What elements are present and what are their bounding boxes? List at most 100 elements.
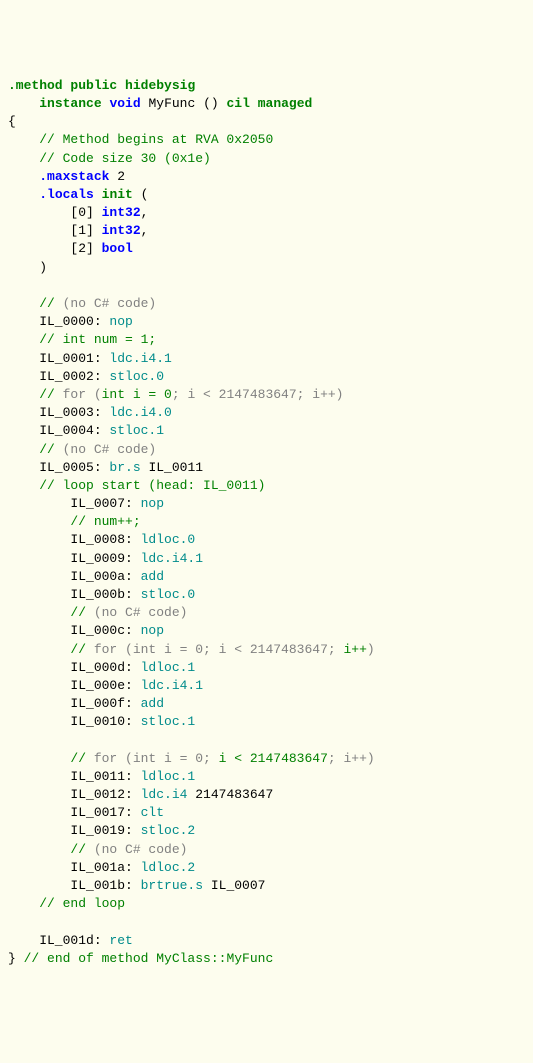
- comment-numpp: // num++;: [8, 514, 141, 529]
- line-maxstack: .maxstack 2: [8, 169, 125, 184]
- comment-codesize: // Code size 30 (0x1e): [8, 151, 211, 166]
- line-19: // (no C# code): [8, 442, 156, 457]
- label-0011: IL_0011:: [8, 769, 141, 784]
- comment-prefix-19: //: [8, 442, 63, 457]
- type-bool: bool: [102, 241, 133, 256]
- label-000f: IL_000f:: [8, 696, 141, 711]
- line-33: IL_000f: add: [8, 696, 164, 711]
- comment-nocs-28: (no C# code): [94, 605, 188, 620]
- comment-prefix-30: //: [8, 642, 94, 657]
- brace-open: {: [8, 114, 16, 129]
- type-int32-1: int32: [102, 223, 141, 238]
- keyword-instance: instance: [39, 96, 101, 111]
- line-30: // for (int i = 0; i < 2147483647; i++): [8, 642, 375, 657]
- comment-prefix-35: //: [8, 751, 94, 766]
- line-locals: .locals init (: [8, 187, 148, 202]
- comment-endmethod: // end of method MyClass::MyFunc: [24, 951, 274, 966]
- line-0: .method public hidebysig: [8, 78, 195, 93]
- opcode-ldloc1-0: ldloc.1: [141, 660, 196, 675]
- code-block: .method public hidebysig instance void M…: [8, 77, 525, 968]
- target-0007: IL_0007: [203, 878, 265, 893]
- keyword-init: init: [102, 187, 133, 202]
- line-39: IL_0019: stloc.2: [8, 823, 195, 838]
- line-14: IL_0001: ldc.i4.1: [8, 351, 172, 366]
- local-0: [0] int32,: [8, 205, 148, 220]
- label-0012: IL_0012:: [8, 787, 141, 802]
- label-001d: IL_001d:: [8, 933, 109, 948]
- opcode-brs: br.s: [109, 460, 140, 475]
- label-0002: IL_0002:: [8, 369, 109, 384]
- type-void: void: [109, 96, 140, 111]
- target-0011: IL_0011: [141, 460, 203, 475]
- label-0003: IL_0003:: [8, 405, 109, 420]
- line-38: IL_0017: clt: [8, 805, 164, 820]
- label-001b: IL_001b:: [8, 878, 141, 893]
- opcode-ldci41-1: ldc.i4.1: [141, 551, 203, 566]
- opcode-ldci41-2: ldc.i4.1: [141, 678, 203, 693]
- comment-for3-rest: ; i++): [328, 751, 375, 766]
- const-maxint: 2147483647: [187, 787, 273, 802]
- keyword-managed: managed: [258, 96, 313, 111]
- line-37: IL_0012: ldc.i4 2147483647: [8, 787, 273, 802]
- opcode-nop-0: nop: [109, 314, 132, 329]
- opcode-brtrues: brtrue.s: [141, 878, 203, 893]
- line-35: // for (int i = 0; i < 2147483647; i++): [8, 751, 375, 766]
- line-41: IL_001a: ldloc.2: [8, 860, 195, 875]
- label-000c: IL_000c:: [8, 623, 141, 638]
- line-15: IL_0002: stloc.0: [8, 369, 164, 384]
- comma-0: ,: [141, 205, 149, 220]
- line-45: } // end of method MyClass::MyFunc: [8, 951, 273, 966]
- comment-for-rest: ; i < 2147483647; i++): [172, 387, 344, 402]
- label-001a: IL_001a:: [8, 860, 141, 875]
- brace-close: }: [8, 951, 24, 966]
- line-25: IL_0009: ldc.i4.1: [8, 551, 203, 566]
- keyword-method: .method: [8, 78, 63, 93]
- label-000b: IL_000b:: [8, 587, 141, 602]
- comment-nocs-11: (no C# code): [63, 296, 157, 311]
- comment-loopstart: // loop start (head: IL_0011): [8, 478, 265, 493]
- opcode-ldci40: ldc.i4.0: [109, 405, 171, 420]
- line-34: IL_0010: stloc.1: [8, 714, 195, 729]
- comment-prefix-11: //: [8, 296, 63, 311]
- opcode-ldci4: ldc.i4: [141, 787, 188, 802]
- label-0009: IL_0009:: [8, 551, 141, 566]
- opcode-nop-2: nop: [141, 623, 164, 638]
- comment-for3-cond: i < 2147483647: [219, 751, 328, 766]
- line-16: // for (int i = 0; i < 2147483647; i++): [8, 387, 343, 402]
- label-0019: IL_0019:: [8, 823, 141, 838]
- comment-for2-ipp: i++: [343, 642, 366, 657]
- local-index-2: [2]: [8, 241, 102, 256]
- comment-nocs-19: (no C# code): [63, 442, 157, 457]
- line-1: instance void MyFunc () cil managed: [8, 96, 312, 111]
- keyword-cil: cil: [227, 96, 250, 111]
- line-28: // (no C# code): [8, 605, 187, 620]
- comment-for-a: for (: [63, 387, 102, 402]
- line-24: IL_0008: ldloc.0: [8, 532, 195, 547]
- type-int32-0: int32: [102, 205, 141, 220]
- comment-nocs-40: (no C# code): [94, 842, 188, 857]
- opcode-stloc1-1: stloc.1: [141, 714, 196, 729]
- local-index-1: [1]: [8, 223, 102, 238]
- label-0000: IL_0000:: [8, 314, 109, 329]
- opcode-ldloc0: ldloc.0: [141, 532, 196, 547]
- label-000e: IL_000e:: [8, 678, 141, 693]
- opcode-stloc0-0: stloc.0: [109, 369, 164, 384]
- line-32: IL_000e: ldc.i4.1: [8, 678, 203, 693]
- label-000d: IL_000d:: [8, 660, 141, 675]
- line-22: IL_0007: nop: [8, 496, 164, 511]
- line-18: IL_0004: stloc.1: [8, 423, 164, 438]
- comment-rva: // Method begins at RVA 0x2050: [8, 132, 273, 147]
- label-0008: IL_0008:: [8, 532, 141, 547]
- line-12: IL_0000: nop: [8, 314, 133, 329]
- label-0017: IL_0017:: [8, 805, 141, 820]
- line-42: IL_001b: brtrue.s IL_0007: [8, 878, 265, 893]
- line-27: IL_000b: stloc.0: [8, 587, 195, 602]
- local-2: [2] bool: [8, 241, 133, 256]
- comment-for-prefix: //: [8, 387, 63, 402]
- label-0007: IL_0007:: [8, 496, 141, 511]
- opcode-stloc1-0: stloc.1: [109, 423, 164, 438]
- comment-for-init: int i = 0: [102, 387, 172, 402]
- line-40: // (no C# code): [8, 842, 187, 857]
- paren-open: (: [133, 187, 149, 202]
- opcode-nop-1: nop: [141, 496, 164, 511]
